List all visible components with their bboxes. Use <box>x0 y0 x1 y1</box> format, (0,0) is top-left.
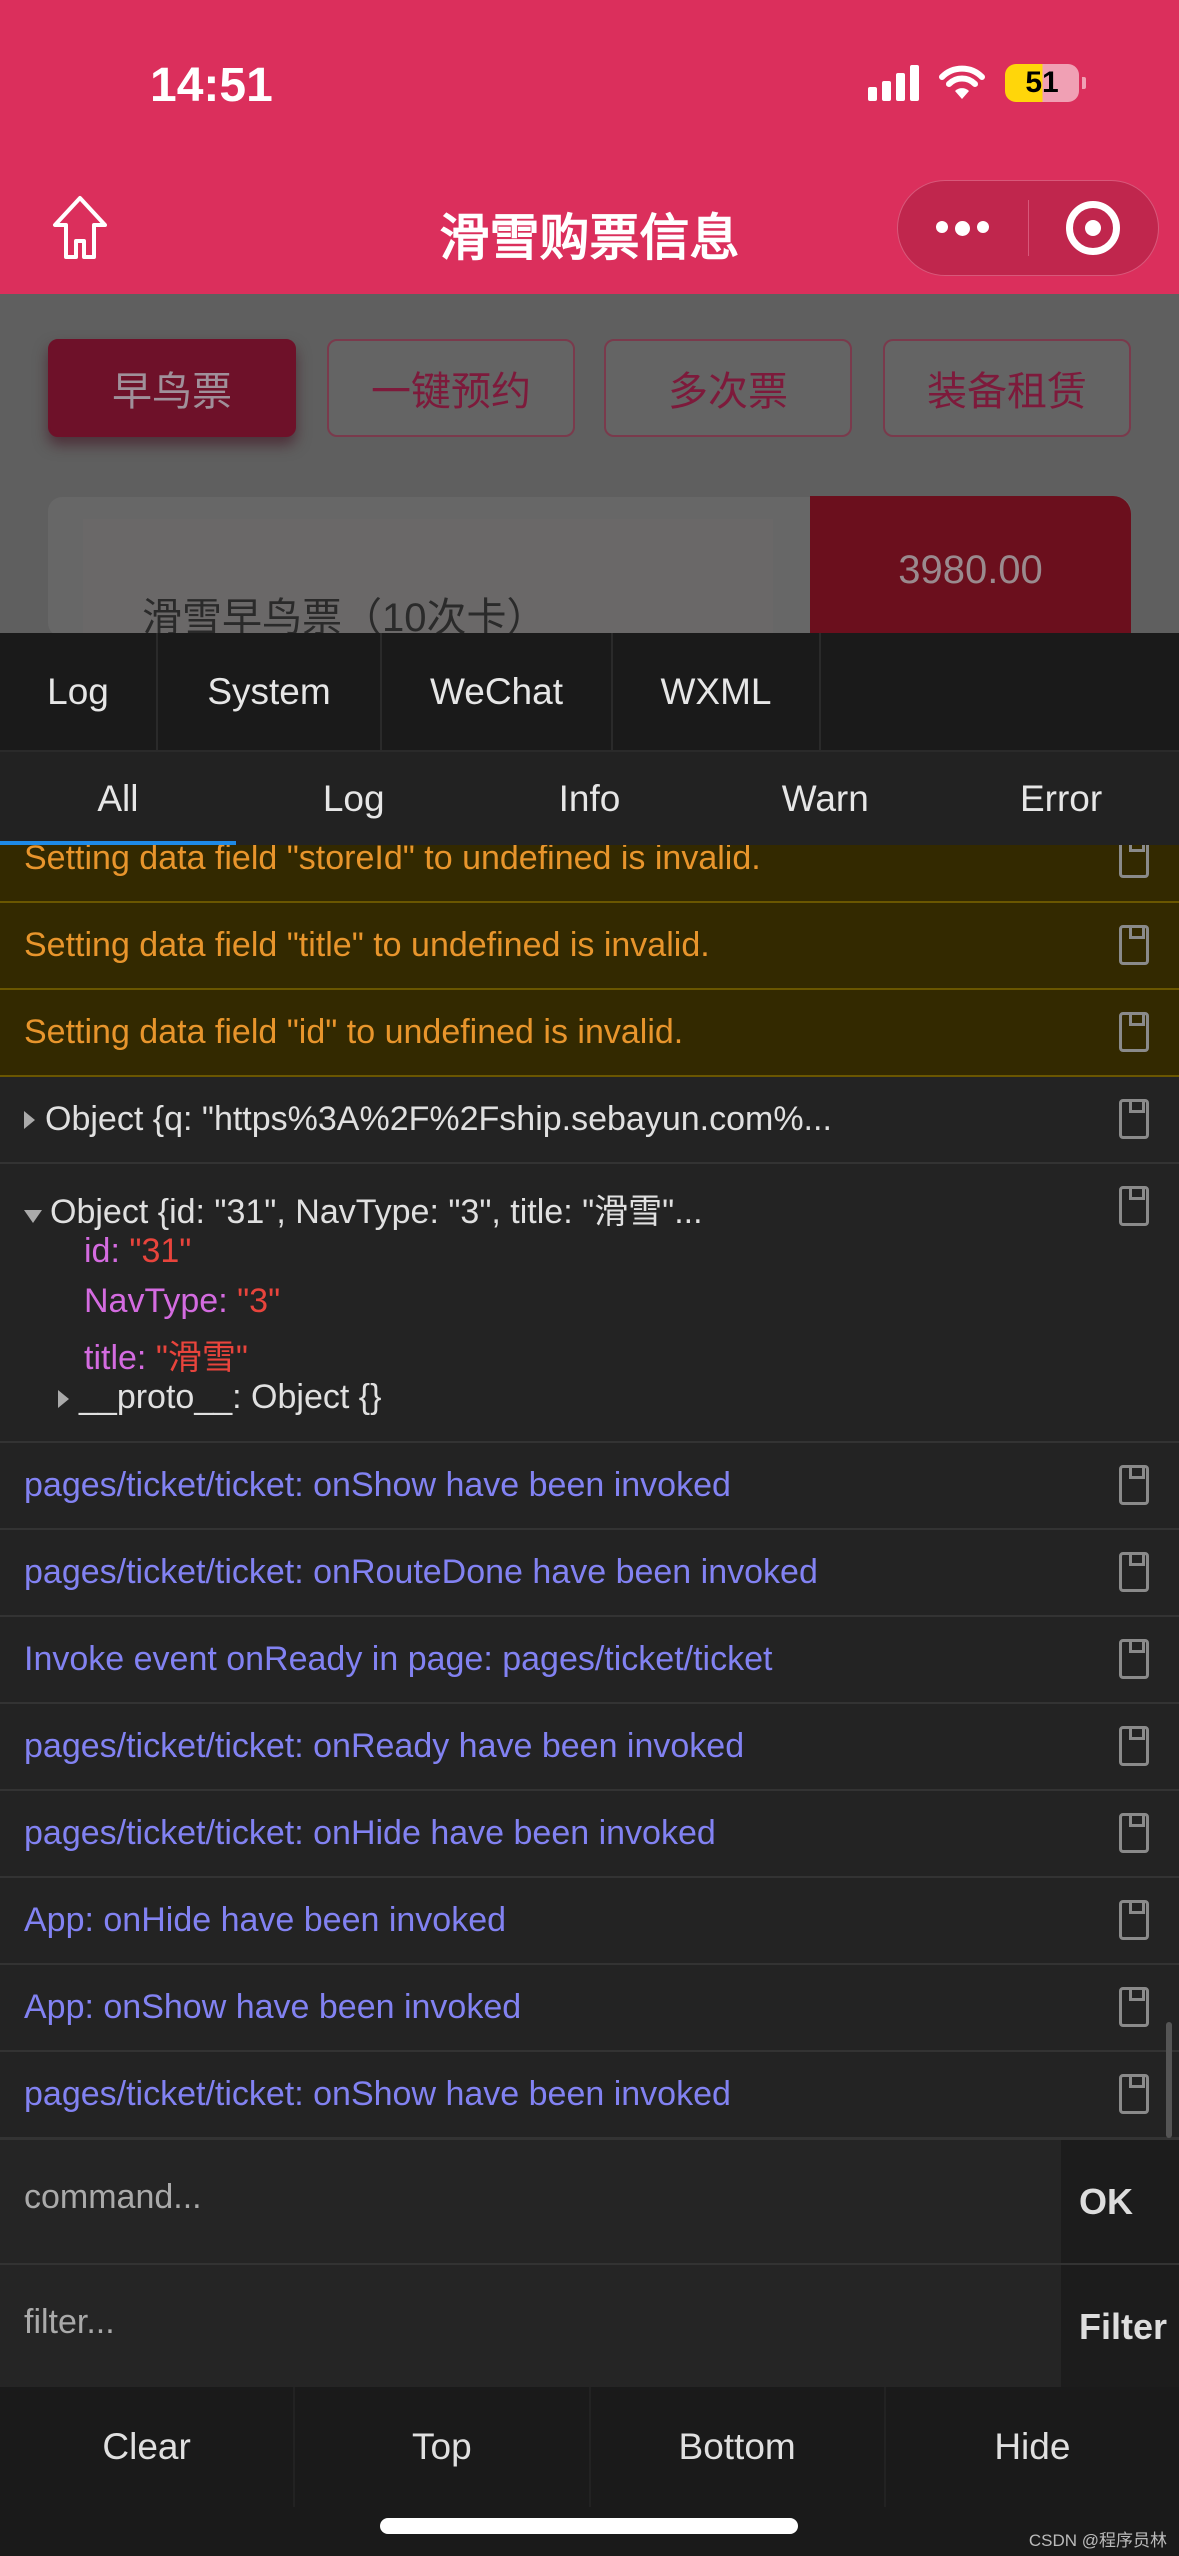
log-text: pages/ticket/ticket: onRouteDone have be… <box>24 1553 818 1591</box>
expand-icon[interactable] <box>24 1110 35 1129</box>
filter-warn[interactable]: Warn <box>707 752 943 845</box>
copy-icon[interactable] <box>1119 1465 1149 1505</box>
command-input[interactable]: command... <box>24 2178 202 2217</box>
tab-log[interactable]: Log <box>0 633 158 750</box>
log-row-info: pages/ticket/ticket: onShow have been in… <box>0 2052 1179 2138</box>
category-tab-booking[interactable]: 一键预约 <box>327 339 575 437</box>
filter-all[interactable]: All <box>0 752 236 845</box>
prop-value: "滑雪" <box>155 1339 248 1377</box>
bottom-button[interactable]: Bottom <box>591 2387 886 2507</box>
copy-icon[interactable] <box>1119 1726 1149 1766</box>
log-filter-tabs: All Log Info Warn Error <box>0 750 1179 845</box>
log-text: pages/ticket/ticket: onReady have been i… <box>24 1727 745 1765</box>
copy-icon[interactable] <box>1119 1639 1149 1679</box>
signal-icon <box>868 65 919 101</box>
log-row-warn: Setting data field "storeId" to undefine… <box>0 845 1179 903</box>
more-icon <box>936 220 990 236</box>
tab-wxml[interactable]: WXML <box>613 633 821 750</box>
log-row-warn: Setting data field "id" to undefined is … <box>0 990 1179 1077</box>
close-miniprogram-icon <box>1066 201 1121 255</box>
copy-icon[interactable] <box>1119 845 1149 878</box>
category-tab-early-bird[interactable]: 早鸟票 <box>48 339 296 437</box>
copy-icon[interactable] <box>1119 1012 1149 1052</box>
log-row-warn: Setting data field "title" to undefined … <box>0 903 1179 990</box>
log-text: Setting data field "id" to undefined is … <box>24 1013 684 1051</box>
log-row-info: App: onShow have been invoked <box>0 1965 1179 2052</box>
clear-button[interactable]: Clear <box>0 2387 296 2507</box>
copy-icon[interactable] <box>1119 1186 1149 1226</box>
filter-button[interactable]: Filter <box>1061 2265 1179 2388</box>
prop-key: title <box>84 1339 137 1377</box>
category-tab-rental[interactable]: 装备租赁 <box>883 339 1131 437</box>
filter-error[interactable]: Error <box>943 752 1179 845</box>
close-miniprogram-button[interactable] <box>1029 181 1159 275</box>
log-text: Object {q: "https%3A%2F%2Fship.sebayun.c… <box>45 1100 832 1138</box>
log-row-info: pages/ticket/ticket: onHide have been in… <box>0 1791 1179 1878</box>
log-row-info: pages/ticket/ticket: onReady have been i… <box>0 1704 1179 1791</box>
status-icons: 51 <box>868 64 1086 102</box>
copy-icon[interactable] <box>1119 1900 1149 1940</box>
filter-log[interactable]: Log <box>236 752 472 845</box>
ok-button[interactable]: OK <box>1061 2140 1179 2263</box>
more-button[interactable] <box>898 181 1028 275</box>
prop-value: "3" <box>237 1282 281 1320</box>
log-text: Setting data field "title" to undefined … <box>24 926 710 964</box>
prop-value: "31" <box>129 1232 192 1270</box>
tab-wechat[interactable]: WeChat <box>382 633 613 750</box>
log-list[interactable]: Setting data field "storeId" to undefine… <box>0 845 1179 2138</box>
copy-icon[interactable] <box>1119 1552 1149 1592</box>
log-text: pages/ticket/ticket: onShow have been in… <box>24 2075 731 2113</box>
log-text: App: onHide have been invoked <box>24 1901 507 1939</box>
command-row: command... OK <box>0 2138 1179 2263</box>
log-row-object[interactable]: Object {q: "https%3A%2F%2Fship.sebayun.c… <box>0 1077 1179 1164</box>
status-time: 14:51 <box>150 59 273 112</box>
vconsole-tabs: Log System WeChat WXML <box>0 633 1179 750</box>
category-tab-multi[interactable]: 多次票 <box>604 339 852 437</box>
proto-value: Object {} <box>251 1378 382 1416</box>
log-row-info: Invoke event onReady in page: pages/tick… <box>0 1617 1179 1704</box>
log-row-info: App: onHide have been invoked <box>0 1878 1179 1965</box>
watermark: CSDN @程序员林 <box>1028 2531 1167 2550</box>
prop-key: NavType <box>84 1282 219 1320</box>
log-scrollbar[interactable] <box>1166 2022 1172 2138</box>
copy-icon[interactable] <box>1119 2074 1149 2114</box>
filter-input[interactable]: filter... <box>24 2303 115 2342</box>
filter-info[interactable]: Info <box>472 752 708 845</box>
hide-button[interactable]: Hide <box>886 2387 1179 2507</box>
battery-icon: 51 <box>1005 64 1086 102</box>
log-text: App: onShow have been invoked <box>24 1988 522 2026</box>
log-text: pages/ticket/ticket: onShow have been in… <box>24 1466 731 1504</box>
proto-key: __proto__ <box>79 1378 233 1416</box>
copy-icon[interactable] <box>1119 1813 1149 1853</box>
collapse-icon[interactable] <box>24 1210 42 1223</box>
copy-icon[interactable] <box>1119 1099 1149 1139</box>
top-button[interactable]: Top <box>295 2387 591 2507</box>
nav-header: 14:51 51 滑雪购票信息 <box>0 0 1179 294</box>
expand-icon[interactable] <box>58 1390 69 1408</box>
ticket-price: 3980.00 <box>898 548 1043 592</box>
log-text: Invoke event onReady in page: pages/tick… <box>24 1640 773 1678</box>
log-row-info: pages/ticket/ticket: onRouteDone have be… <box>0 1530 1179 1617</box>
copy-icon[interactable] <box>1119 925 1149 965</box>
log-row-object-expanded[interactable]: Object {id: "31", NavType: "3", title: "… <box>0 1164 1179 1443</box>
home-indicator <box>380 2518 798 2534</box>
log-row-info: pages/ticket/ticket: onShow have been in… <box>0 1443 1179 1530</box>
copy-icon[interactable] <box>1119 1987 1149 2027</box>
log-text: pages/ticket/ticket: onHide have been in… <box>24 1814 716 1852</box>
log-text: Setting data field "storeId" to undefine… <box>24 845 761 877</box>
object-summary: Object {id: "31", NavType: "3", title: "… <box>50 1193 703 1231</box>
filter-row: filter... Filter <box>0 2263 1179 2388</box>
tab-system[interactable]: System <box>158 633 382 750</box>
wifi-icon <box>939 65 985 99</box>
capsule-menu <box>897 180 1159 276</box>
prop-key: id <box>84 1232 111 1270</box>
